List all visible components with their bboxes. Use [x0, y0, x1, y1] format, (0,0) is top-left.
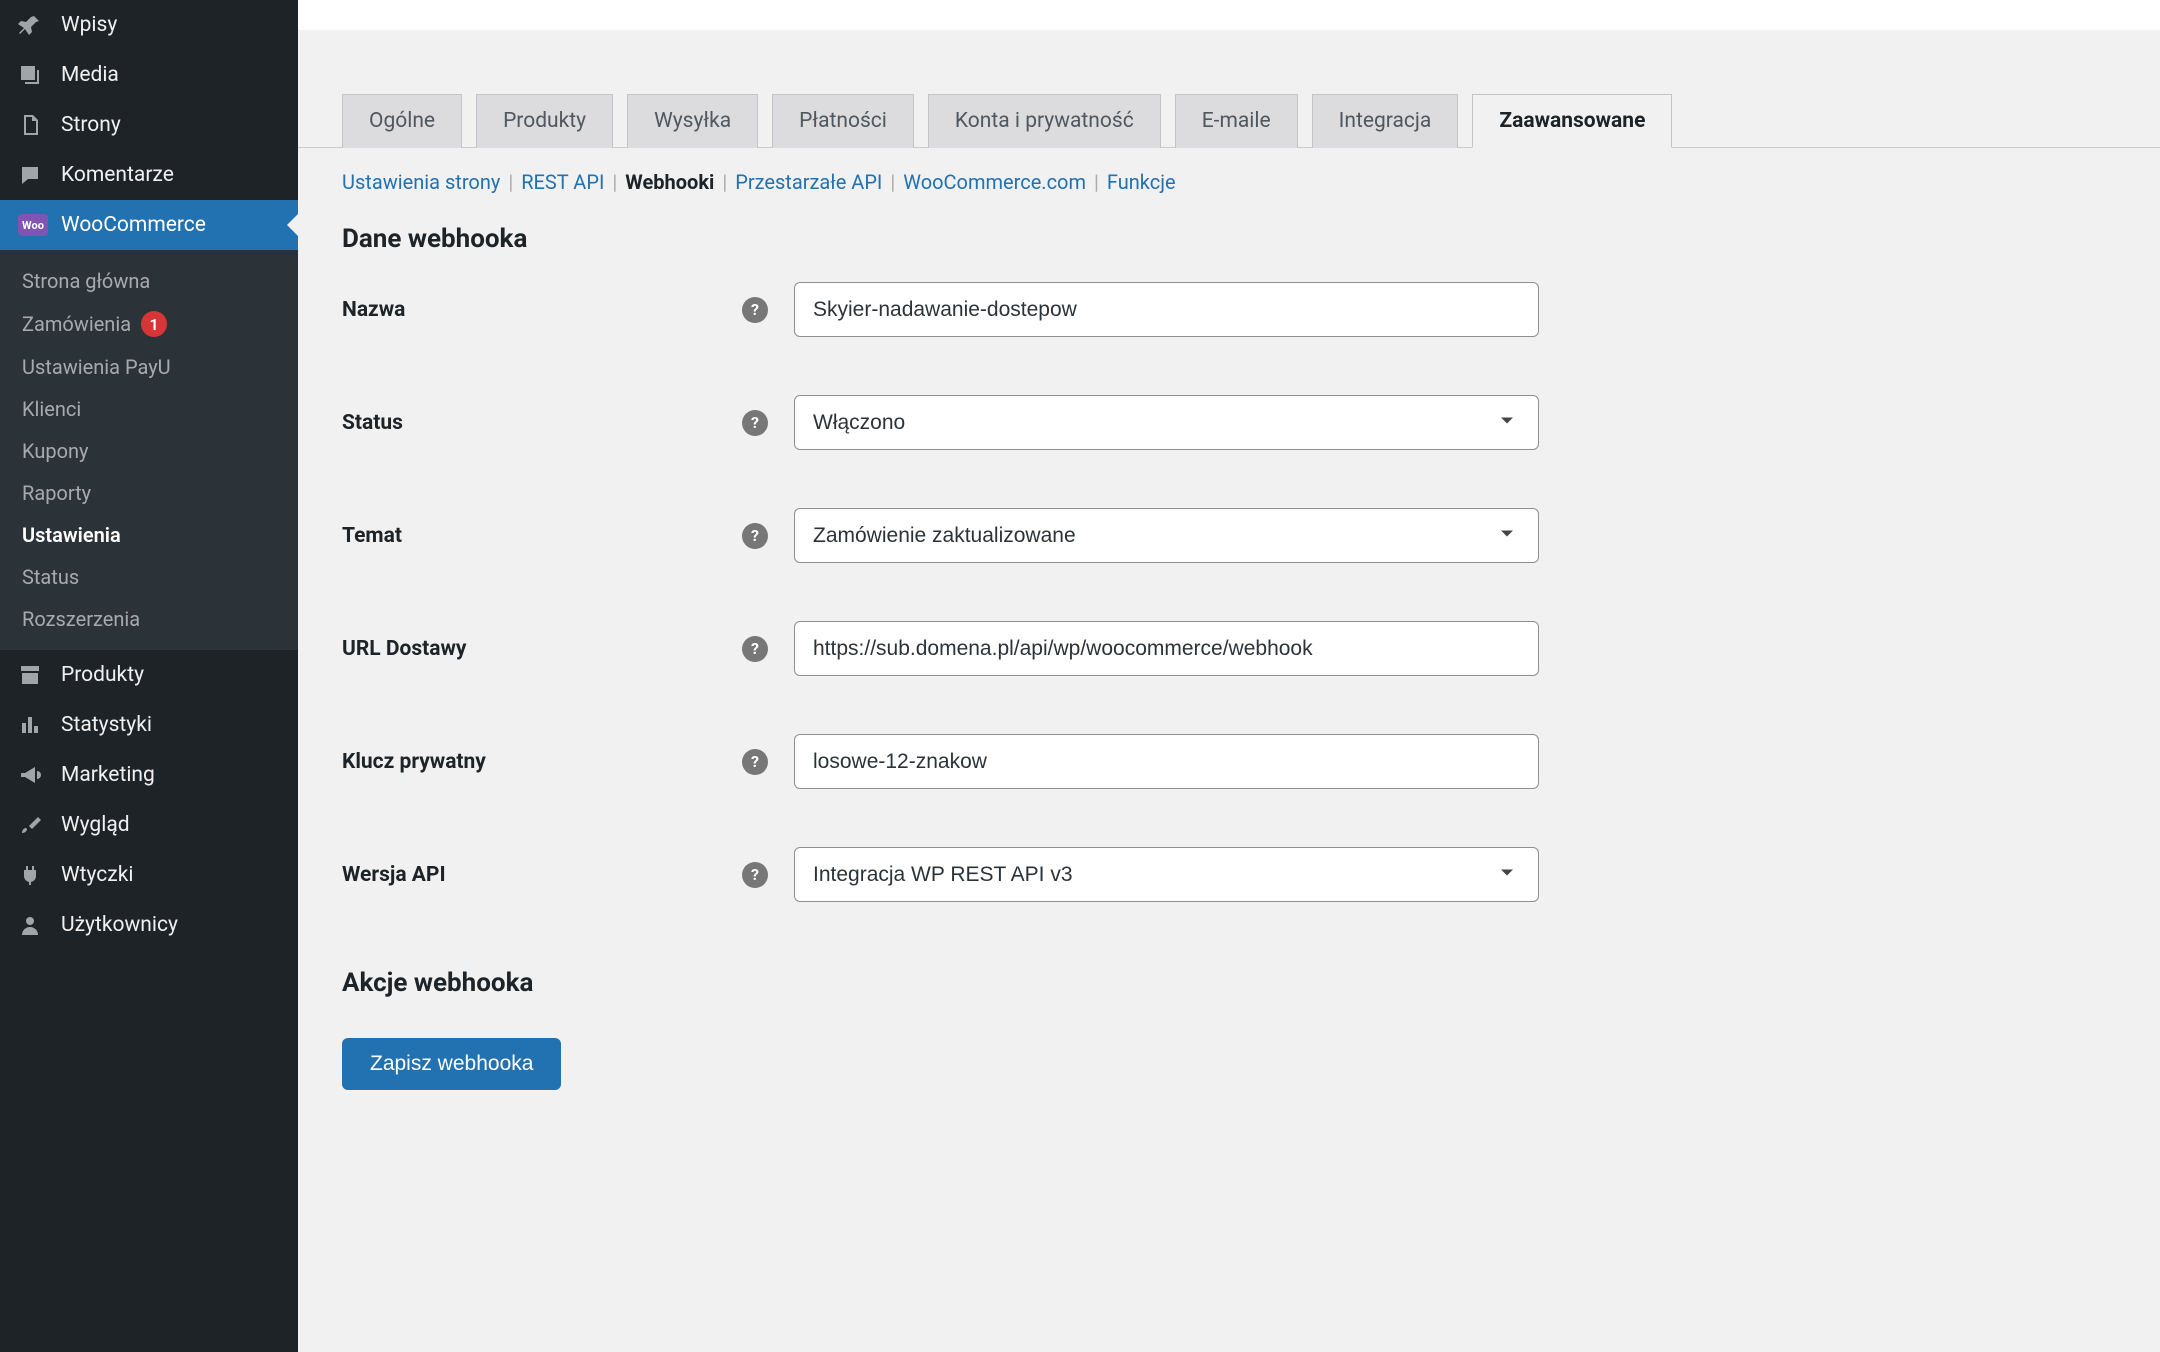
help-icon[interactable]: ? — [742, 410, 768, 436]
submenu-home[interactable]: Strona główna — [0, 260, 298, 302]
menu-label: Produkty — [61, 663, 144, 687]
row-status: Status ? Włączono — [342, 395, 2116, 450]
menu-label: Media — [61, 63, 119, 87]
row-api-version: Wersja API ? Integracja WP REST API v3 — [342, 847, 2116, 902]
submenu-orders[interactable]: Zamówienia 1 — [0, 302, 298, 346]
label-url: URL Dostawy — [342, 637, 742, 661]
sidebar-item-users[interactable]: Użytkownicy — [0, 900, 298, 950]
select-api-version[interactable]: Integracja WP REST API v3 — [794, 847, 1539, 902]
megaphone-icon — [18, 763, 48, 787]
label-topic: Temat — [342, 524, 742, 548]
menu-label: Wygląd — [61, 813, 130, 837]
menu-label: Strony — [61, 113, 121, 137]
subtab-webhooks[interactable]: Webhooki — [625, 170, 714, 194]
subtab-page-setup[interactable]: Ustawienia strony — [342, 170, 500, 194]
submenu-payu[interactable]: Ustawienia PayU — [0, 346, 298, 388]
menu-label: Komentarze — [61, 163, 174, 187]
sidebar-item-appearance[interactable]: Wygląd — [0, 800, 298, 850]
menu-label: Statystyki — [61, 713, 152, 737]
woocommerce-submenu: Strona główna Zamówienia 1 Ustawienia Pa… — [0, 250, 298, 650]
woo-icon: Woo — [18, 214, 48, 236]
input-secret[interactable] — [794, 734, 1539, 789]
content-area: Ogólne Produkty Wysyłka Płatności Konta … — [298, 0, 2160, 1352]
subtab-rest-api[interactable]: REST API — [521, 170, 604, 194]
subtab-features[interactable]: Funkcje — [1107, 170, 1176, 194]
sidebar-item-woocommerce[interactable]: Woo WooCommerce — [0, 200, 298, 250]
sidebar-item-pages[interactable]: Strony — [0, 100, 298, 150]
help-icon[interactable]: ? — [742, 749, 768, 775]
help-icon[interactable]: ? — [742, 523, 768, 549]
sidebar-item-analytics[interactable]: Statystyki — [0, 700, 298, 750]
sidebar-item-comments[interactable]: Komentarze — [0, 150, 298, 200]
row-secret: Klucz prywatny ? — [342, 734, 2116, 789]
submenu-coupons[interactable]: Kupony — [0, 430, 298, 472]
input-name[interactable] — [794, 282, 1539, 337]
user-icon — [18, 913, 48, 937]
row-topic: Temat ? Zamówienie zaktualizowane — [342, 508, 2116, 563]
save-webhook-button[interactable]: Zapisz webhooka — [342, 1038, 561, 1090]
stats-icon — [18, 713, 48, 737]
orders-badge: 1 — [141, 311, 167, 337]
label-status: Status — [342, 411, 742, 435]
section-webhook-data-title: Dane webhooka — [298, 216, 2160, 282]
tab-payments[interactable]: Płatności — [772, 94, 914, 148]
help-icon[interactable]: ? — [742, 862, 768, 888]
sidebar-item-posts[interactable]: Wpisy — [0, 0, 298, 50]
submenu-status[interactable]: Status — [0, 556, 298, 598]
submenu-customers[interactable]: Klienci — [0, 388, 298, 430]
subtab-legacy-api[interactable]: Przestarzałe API — [735, 170, 882, 194]
menu-label: Wtyczki — [61, 863, 133, 887]
admin-sidebar: Wpisy Media Strony Komentarze Woo WooCom… — [0, 0, 298, 1352]
webhook-form: Nazwa ? Status ? Włączono Temat ? Zamówi… — [298, 282, 2160, 902]
sidebar-item-products[interactable]: Produkty — [0, 650, 298, 700]
submenu-reports[interactable]: Raporty — [0, 472, 298, 514]
help-icon[interactable]: ? — [742, 297, 768, 323]
label-secret: Klucz prywatny — [342, 750, 742, 774]
submenu-extensions[interactable]: Rozszerzenia — [0, 598, 298, 640]
submenu-settings[interactable]: Ustawienia — [0, 514, 298, 556]
settings-tabs: Ogólne Produkty Wysyłka Płatności Konta … — [298, 30, 2160, 148]
menu-label: Marketing — [61, 763, 155, 787]
tab-shipping[interactable]: Wysyłka — [627, 94, 758, 148]
input-delivery-url[interactable] — [794, 621, 1539, 676]
subtab-woocom[interactable]: WooCommerce.com — [903, 170, 1086, 194]
menu-label: WooCommerce — [61, 213, 206, 237]
select-status[interactable]: Włączono — [794, 395, 1539, 450]
select-topic[interactable]: Zamówienie zaktualizowane — [794, 508, 1539, 563]
row-delivery-url: URL Dostawy ? — [342, 621, 2116, 676]
label-name: Nazwa — [342, 298, 742, 322]
pages-icon — [18, 113, 48, 137]
row-name: Nazwa ? — [342, 282, 2116, 337]
plug-icon — [18, 863, 48, 887]
archive-icon — [18, 663, 48, 687]
media-icon — [18, 63, 48, 87]
menu-label: Wpisy — [61, 13, 117, 37]
tab-general[interactable]: Ogólne — [342, 94, 462, 148]
tab-products[interactable]: Produkty — [476, 94, 613, 148]
brush-icon — [18, 813, 48, 837]
comment-icon — [18, 163, 48, 187]
advanced-subtabs: Ustawienia strony | REST API | Webhooki … — [298, 148, 2160, 216]
help-icon[interactable]: ? — [742, 636, 768, 662]
tab-accounts[interactable]: Konta i prywatność — [928, 94, 1161, 148]
tab-emails[interactable]: E-maile — [1175, 94, 1298, 148]
menu-label: Użytkownicy — [61, 913, 178, 937]
pin-icon — [18, 13, 48, 37]
tab-advanced[interactable]: Zaawansowane — [1472, 94, 1672, 148]
section-webhook-actions-title: Akcje webhooka — [298, 960, 2160, 1026]
tab-integration[interactable]: Integracja — [1312, 94, 1459, 148]
sidebar-item-marketing[interactable]: Marketing — [0, 750, 298, 800]
sidebar-item-media[interactable]: Media — [0, 50, 298, 100]
sidebar-item-plugins[interactable]: Wtyczki — [0, 850, 298, 900]
label-api-version: Wersja API — [342, 863, 742, 887]
topbar — [298, 0, 2160, 30]
